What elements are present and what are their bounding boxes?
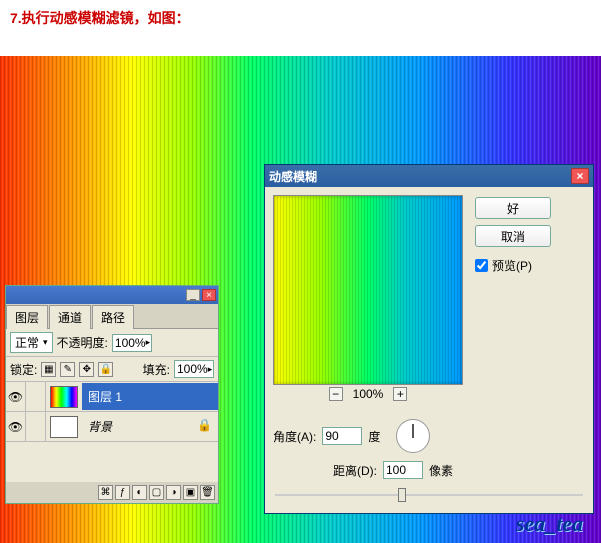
signature: sea_tea [516, 511, 583, 537]
distance-label: 距离(D): [333, 462, 377, 479]
ok-button[interactable]: 好 [475, 197, 551, 219]
lock-transparency-icon[interactable]: ▦ [41, 362, 56, 377]
trash-icon[interactable]: 🗑 [200, 485, 215, 500]
layer-style-icon[interactable]: ƒ [115, 485, 130, 500]
mask-icon[interactable]: ◐ [132, 485, 147, 500]
close-icon[interactable]: × [571, 168, 589, 184]
slider-thumb[interactable] [398, 488, 406, 502]
close-icon[interactable]: × [202, 289, 216, 301]
step-caption: 7.执行动感模糊滤镜，如图： [0, 0, 601, 36]
angle-label: 角度(A): [273, 428, 316, 445]
layer-row-1[interactable]: 👁 图层 1 [6, 382, 218, 412]
tab-paths[interactable]: 路径 [92, 305, 134, 329]
new-layer-icon[interactable]: ▣ [183, 485, 198, 500]
layers-footer: ⌘ ƒ ◐ ▢ ◑ ▣ 🗑 [6, 482, 218, 503]
tab-layers[interactable]: 图层 [6, 305, 48, 329]
layer-row-2[interactable]: 👁 背景 🔒 [6, 412, 218, 442]
preview-check-input[interactable] [475, 259, 488, 272]
zoom-in-button[interactable]: + [393, 387, 407, 401]
lock-paint-icon[interactable]: ✎ [60, 362, 75, 377]
layer-thumbnail [50, 416, 78, 438]
preview-area [273, 195, 463, 385]
blend-mode-select[interactable]: 正常▾ [10, 332, 53, 353]
layers-tabs: 图层 通道 路径 [6, 304, 218, 329]
dialog-titlebar[interactable]: 动感模糊 × [265, 165, 593, 187]
link-cell[interactable] [26, 382, 46, 411]
link-cell[interactable] [26, 412, 46, 441]
layers-panel: _ × 图层 通道 路径 正常▾ 不透明度: 100%▸ 锁定: ▦ ✎ ✥ 🔒… [5, 285, 219, 504]
layer-name[interactable]: 图层 1 [82, 383, 218, 410]
lock-label: 锁定: [10, 361, 37, 378]
angle-dial[interactable] [396, 419, 430, 453]
angle-input[interactable] [322, 427, 362, 445]
lock-move-icon[interactable]: ✥ [79, 362, 94, 377]
angle-unit: 度 [368, 428, 380, 445]
opacity-input[interactable]: 100%▸ [112, 334, 152, 352]
motion-blur-dialog: 动感模糊 × − 100% + 好 取消 预览(P) 角度(A): 度 距离(D… [264, 164, 594, 514]
layer-name[interactable]: 背景 🔒 [82, 413, 218, 440]
minimize-icon[interactable]: _ [186, 289, 200, 301]
layers-titlebar[interactable]: _ × [6, 286, 218, 304]
opacity-label: 不透明度: [57, 334, 108, 351]
zoom-percent: 100% [353, 387, 384, 401]
distance-unit: 像素 [429, 462, 453, 479]
distance-slider[interactable] [275, 485, 583, 505]
fill-label: 填充: [143, 361, 170, 378]
layer-thumbnail [50, 386, 78, 408]
preview-checkbox[interactable]: 预览(P) [475, 257, 551, 274]
zoom-out-button[interactable]: − [329, 387, 343, 401]
tab-channels[interactable]: 通道 [49, 305, 91, 329]
visibility-icon[interactable]: 👁 [6, 382, 26, 411]
folder-icon[interactable]: ▢ [149, 485, 164, 500]
dialog-title: 动感模糊 [269, 168, 317, 185]
visibility-icon[interactable]: 👁 [6, 412, 26, 441]
distance-input[interactable] [383, 461, 423, 479]
link-layers-icon[interactable]: ⌘ [98, 485, 113, 500]
fill-input[interactable]: 100%▸ [174, 360, 214, 378]
adjustment-icon[interactable]: ◑ [166, 485, 181, 500]
lock-all-icon[interactable]: 🔒 [98, 362, 113, 377]
cancel-button[interactable]: 取消 [475, 225, 551, 247]
